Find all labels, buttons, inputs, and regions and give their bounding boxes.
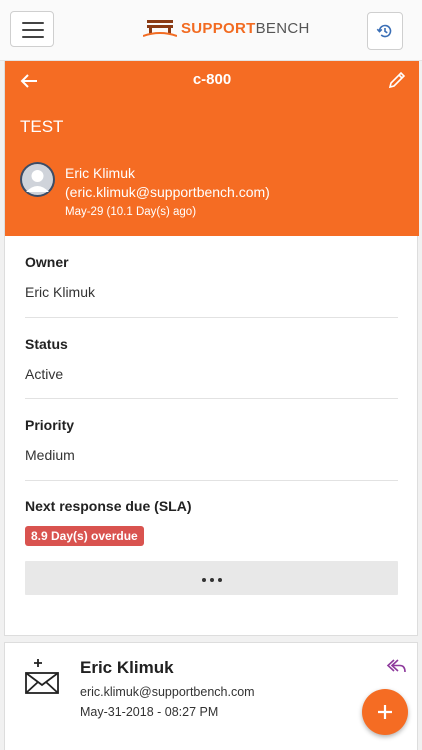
message-sender-email: eric.klimuk@supportbench.com [80,685,255,699]
sla-field: Next response due (SLA) 8.9 Day(s) overd… [25,498,398,546]
case-subject: TEST [20,117,64,136]
requester-info: Eric Klimuk (eric.klimuk@supportbench.co… [65,164,270,222]
message-sender-name: Eric Klimuk [80,658,174,677]
more-button[interactable] [25,561,398,595]
requester-name: Eric Klimuk [65,165,136,181]
top-bar: SUPPORTBENCH [0,0,422,61]
owner-field[interactable]: Owner Eric Klimuk [25,254,398,300]
divider [25,398,398,399]
ellipsis-icon [200,569,224,587]
owner-label: Owner [25,254,69,270]
brand-logo: SUPPORTBENCH [143,16,310,40]
bench-logo-icon [143,20,177,37]
message-item[interactable]: Eric Klimuk eric.klimuk@supportbench.com… [4,642,418,750]
message-date: May-31-2018 - 08:27 PM [80,705,219,719]
avatar [20,162,55,197]
priority-field[interactable]: Priority Medium [25,417,398,463]
requester-date: May-29 (10.1 Day(s) ago) [65,206,197,218]
divider [25,317,398,318]
brand-name-accent: SUPPORT [181,19,256,37]
status-label: Status [25,336,68,352]
sla-label: Next response due (SLA) [25,498,192,514]
priority-value: Medium [25,447,75,463]
case-id: c-800 [192,71,232,88]
reply-all-icon[interactable] [385,657,407,675]
priority-label: Priority [25,417,75,433]
user-avatar-icon [22,164,53,195]
divider [25,480,398,481]
status-value: Active [25,366,64,382]
new-mail-icon [25,659,59,694]
requester-email: (eric.klimuk@supportbench.com) [65,184,270,200]
sla-overdue-badge: 8.9 Day(s) overdue [25,526,144,546]
owner-value: Eric Klimuk [25,284,96,300]
status-field[interactable]: Status Active [25,336,398,382]
menu-button[interactable] [10,11,54,47]
history-icon [376,24,392,38]
case-card: c-800 TEST Eric Klimuk (eric.klimuk@supp… [4,61,419,636]
pencil-icon[interactable] [387,70,407,90]
add-button[interactable] [362,689,408,735]
plus-icon [378,705,392,719]
history-button[interactable] [367,12,403,50]
brand-name-rest: BENCH [255,19,310,37]
case-header: c-800 TEST Eric Klimuk (eric.klimuk@supp… [5,61,419,236]
hamburger-icon [22,22,44,24]
